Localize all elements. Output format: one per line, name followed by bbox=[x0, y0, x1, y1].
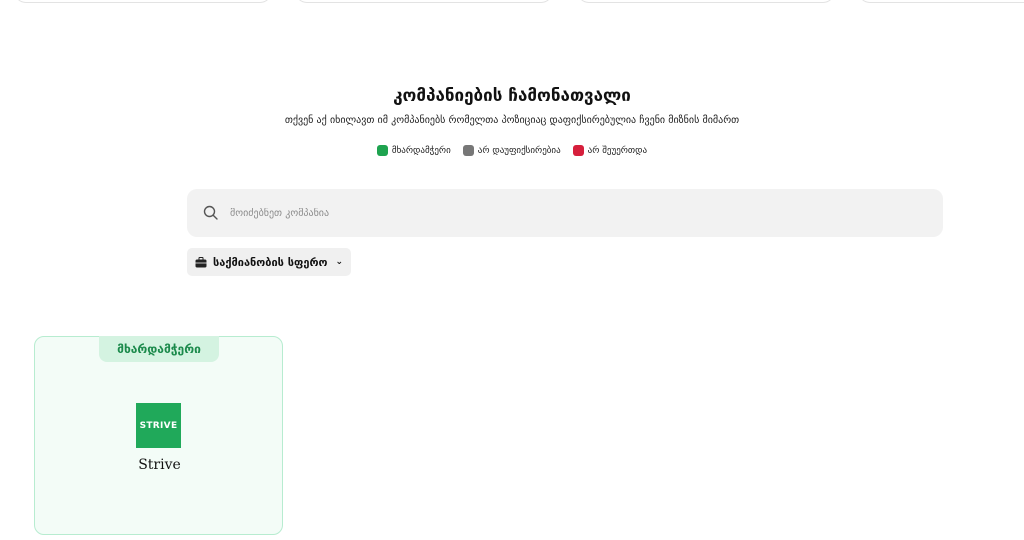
legend-label: არ შეუერთდა bbox=[587, 145, 648, 156]
company-card-partial[interactable] bbox=[14, 0, 272, 3]
industry-filter-dropdown[interactable]: საქმიანობის სფერო ⌄ bbox=[187, 248, 351, 276]
legend-label: მხარდამჭერი bbox=[391, 145, 451, 156]
page-title: კომპანიების ჩამონათვალი bbox=[393, 86, 631, 106]
search-input[interactable] bbox=[228, 206, 912, 220]
search-bar[interactable] bbox=[187, 189, 943, 237]
briefcase-icon bbox=[195, 256, 207, 267]
page-subtitle: თქვენ აქ იხილავთ იმ კომპანიებს რომელთა პ… bbox=[284, 115, 740, 126]
company-card-partial[interactable] bbox=[295, 0, 553, 3]
legend-item-supporter: მხარდამჭერი bbox=[376, 145, 451, 156]
logo-text: STRIVE bbox=[139, 420, 178, 431]
company-card[interactable]: მხარდამჭერი STRIVE Strive bbox=[34, 336, 283, 535]
legend-swatch-gray bbox=[462, 145, 474, 156]
legend-item-unrecorded: არ დაუფიქსირებია bbox=[462, 145, 561, 156]
company-logo: STRIVE bbox=[136, 403, 181, 448]
legend-item-not-joined: არ შეუერთდა bbox=[572, 145, 648, 156]
status-badge: მხარდამჭერი bbox=[99, 336, 219, 362]
legend-swatch-red bbox=[572, 145, 584, 156]
company-card-partial[interactable] bbox=[858, 0, 1024, 3]
legend-swatch-green bbox=[376, 145, 388, 156]
legend-label: არ დაუფიქსირებია bbox=[477, 145, 561, 156]
chevron-down-icon: ⌄ bbox=[335, 257, 343, 267]
legend: მხარდამჭერი არ დაუფიქსირებია არ შეუერთდა bbox=[0, 145, 1024, 156]
filter-label: საქმიანობის სფერო bbox=[213, 255, 328, 269]
company-card-partial[interactable] bbox=[577, 0, 835, 3]
search-icon bbox=[203, 205, 218, 220]
company-name: Strive bbox=[138, 457, 181, 473]
